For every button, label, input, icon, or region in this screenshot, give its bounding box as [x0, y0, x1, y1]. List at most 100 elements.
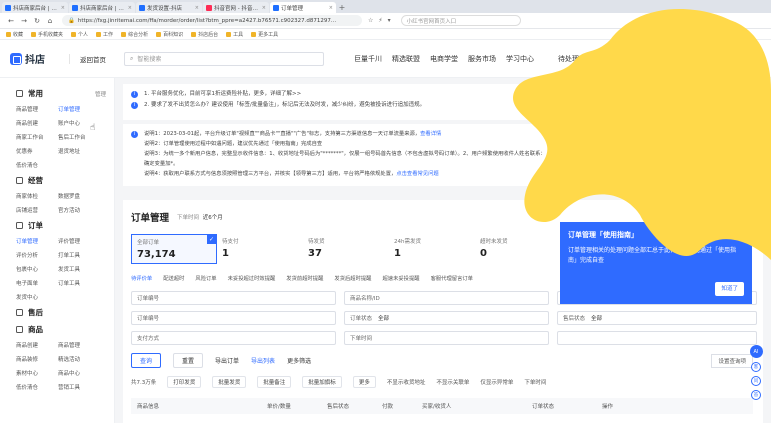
- sidebar-item[interactable]: 订单工具: [58, 279, 100, 287]
- sidebar-section-title[interactable]: 常用 管理: [16, 88, 106, 99]
- sidebar-item[interactable]: 低价清仓: [16, 383, 58, 391]
- export-orders-button[interactable]: 导出订单: [215, 356, 239, 365]
- sidebar-item[interactable]: 商品创建: [16, 119, 58, 127]
- close-icon[interactable]: ×: [329, 5, 333, 11]
- back-home-link[interactable]: 返回首页: [69, 53, 106, 64]
- sidebar-section-title[interactable]: 售后: [16, 307, 106, 318]
- sidebar-item[interactable]: 订单管理: [58, 105, 100, 113]
- rail-tool-icon[interactable]: 客: [751, 362, 761, 372]
- browser-tab[interactable]: 抖店商家后台 | 抖音电商×: [2, 2, 68, 13]
- batch-action[interactable]: 打印发货: [167, 376, 202, 388]
- bookmark-item[interactable]: 更多工具: [251, 31, 278, 38]
- sidebar-item[interactable]: 售后工作台: [58, 133, 100, 141]
- sidebar-item[interactable]: 官方活动: [58, 206, 100, 214]
- header-link[interactable]: 使用指南: [731, 213, 753, 221]
- sidebar-item[interactable]: 商品管理: [58, 341, 100, 349]
- reset-button[interactable]: 重置: [173, 353, 204, 368]
- rail-tool-icon[interactable]: 答: [751, 390, 761, 400]
- sidebar-item[interactable]: 评价分析: [16, 251, 58, 259]
- back-arrow-icon[interactable]: ←: [6, 17, 16, 25]
- top-nav-item[interactable]: 服务市场: [468, 54, 496, 64]
- top-nav-item[interactable]: 巨量千川: [354, 54, 382, 64]
- stat-card[interactable]: 24h需发货 1: [389, 234, 475, 264]
- close-icon[interactable]: ×: [61, 5, 65, 11]
- filter-field[interactable]: 订单状态 全部: [344, 311, 549, 325]
- star-icon[interactable]: ☆: [368, 17, 373, 24]
- sidebar-item[interactable]: 优惠券: [16, 147, 58, 155]
- new-tab-icon[interactable]: +: [337, 3, 347, 13]
- bookmark-item[interactable]: 工作: [96, 31, 113, 38]
- batch-action[interactable]: 批量加旗标: [302, 376, 342, 388]
- stat-card[interactable]: 待支付 1: [217, 234, 303, 264]
- sidebar-section-title[interactable]: 订单: [16, 220, 106, 231]
- sidebar-item[interactable]: 包裹中心: [16, 265, 58, 273]
- order-subtab[interactable]: 超速未妥投提醒: [382, 274, 419, 282]
- filter-field[interactable]: 下单时间: [344, 331, 549, 345]
- home-icon[interactable]: ⌂: [45, 17, 55, 25]
- browser-tab[interactable]: 抖音官网 - 抖音小店 ×: [203, 2, 269, 13]
- address-bar[interactable]: 🔒 https://fxg.jinritemai.com/ffa/morder/…: [62, 15, 362, 26]
- filter-field[interactable]: 订单编号: [131, 311, 336, 325]
- sidebar-item[interactable]: 电子面单: [16, 279, 58, 287]
- sidebar-item[interactable]: 发货中心: [16, 293, 58, 301]
- sidebar-item[interactable]: 发货工具: [58, 265, 100, 273]
- explanation-link[interactable]: 查看详情: [420, 129, 441, 139]
- forward-arrow-icon[interactable]: →: [19, 17, 29, 25]
- sidebar-item[interactable]: 商品中心: [58, 369, 100, 377]
- refresh-icon[interactable]: ↻: [32, 17, 42, 25]
- batch-action[interactable]: 不显示收货地址: [387, 378, 426, 386]
- lightning-icon[interactable]: ⚡: [378, 17, 382, 24]
- sidebar-item[interactable]: 订单管理: [16, 237, 58, 245]
- filter-field[interactable]: 售后状态 全部: [557, 311, 757, 325]
- sidebar-item[interactable]: 精选活动: [58, 355, 100, 363]
- batch-action[interactable]: 不显示关联单: [436, 378, 469, 386]
- sidebar-item[interactable]: 打单工具: [58, 251, 100, 259]
- dropdown-icon[interactable]: ▾: [388, 17, 391, 24]
- top-nav-item[interactable]: 学习中心: [506, 54, 534, 64]
- query-button[interactable]: 查询: [131, 353, 162, 368]
- filter-field[interactable]: 商品名称/ID: [344, 291, 549, 305]
- top-nav-item[interactable]: 电商学堂: [430, 54, 458, 64]
- order-subtab[interactable]: 发货后超时提醒: [334, 274, 371, 282]
- logo[interactable]: 抖店: [10, 51, 45, 66]
- sidebar-item[interactable]: 商品装修: [16, 355, 58, 363]
- explanation-link[interactable]: 点击查看常见问题: [396, 169, 438, 179]
- rail-tool-icon[interactable]: 问: [751, 376, 761, 386]
- sidebar-item[interactable]: 营销工具: [58, 383, 100, 391]
- sidebar-section-title[interactable]: 商品: [16, 324, 106, 335]
- browser-tab[interactable]: 发货设置-抖店 ×: [136, 2, 202, 13]
- sidebar-item[interactable]: 数据罗盘: [58, 192, 100, 200]
- bookmark-item[interactable]: 抖店后台: [191, 31, 218, 38]
- sidebar-section-title[interactable]: 经营: [16, 175, 106, 186]
- top-nav-item[interactable]: 精选联盟: [392, 54, 420, 64]
- order-subtab[interactable]: 客服代理留言订单: [431, 274, 473, 282]
- smart-search-input[interactable]: ⌕ 智能搜索: [124, 51, 324, 66]
- header-link[interactable]: 去权益: [704, 213, 721, 221]
- bookmark-item[interactable]: 手机收藏夹: [31, 31, 63, 38]
- close-icon[interactable]: ×: [195, 5, 199, 11]
- batch-action[interactable]: 仅显示异常单: [480, 378, 513, 386]
- batch-action[interactable]: 批量发货: [212, 376, 247, 388]
- batch-action[interactable]: 批量备注: [257, 376, 292, 388]
- stat-card[interactable]: 全部订单 73,174: [131, 234, 217, 264]
- stat-card[interactable]: 待发货 37: [303, 234, 389, 264]
- batch-action[interactable]: 更多: [352, 376, 376, 388]
- sidebar-item[interactable]: 素材中心: [16, 369, 58, 377]
- close-icon[interactable]: ×: [128, 5, 132, 11]
- sidebar-item[interactable]: 评价管理: [58, 237, 100, 245]
- order-subtab[interactable]: 发货前超时提醒: [286, 274, 323, 282]
- sidebar-item[interactable]: 店铺运营: [16, 206, 58, 214]
- filter-settings-button[interactable]: 设置查询项: [711, 353, 753, 368]
- bookmark-item[interactable]: 综合分析: [121, 31, 148, 38]
- sidebar-item[interactable]: 商品创建: [16, 341, 58, 349]
- bookmark-item[interactable]: 工具: [226, 31, 243, 38]
- sidebar-item[interactable]: 商家工作台: [16, 133, 58, 141]
- guide-dismiss-button[interactable]: 知道了: [715, 282, 744, 296]
- sidebar-item[interactable]: 低价清仓: [16, 161, 58, 169]
- order-time-filter[interactable]: 下单时间 近6个月: [177, 213, 223, 221]
- filter-field[interactable]: [557, 331, 757, 345]
- manage-link[interactable]: 管理: [95, 90, 106, 98]
- browser-tab[interactable]: 抖店商家后台 | 抖音电商×: [69, 2, 135, 13]
- filter-field[interactable]: 订单编号: [131, 291, 336, 305]
- sidebar-item[interactable]: 商品管理: [16, 105, 58, 113]
